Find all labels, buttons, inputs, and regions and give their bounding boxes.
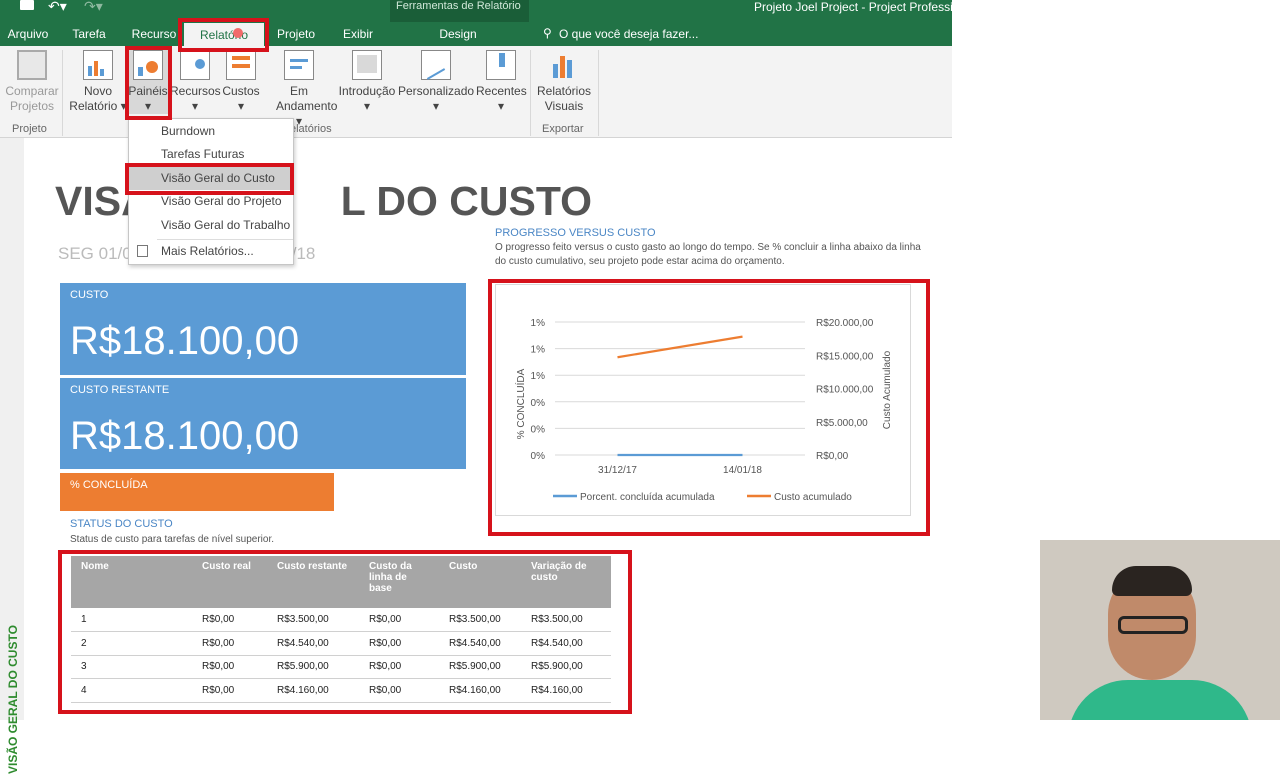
dashboard-icon — [133, 50, 163, 80]
cost-value: R$18.100,00 — [70, 319, 300, 363]
context-group-title: Ferramentas de Relatório — [396, 0, 521, 12]
page-right-gap — [952, 0, 1280, 540]
y-tick-left: 0% — [531, 424, 546, 435]
cost-status-table: Nome Custo real Custo restante Custo da … — [71, 556, 611, 703]
tell-me-search[interactable]: O que você deseja fazer... — [559, 22, 709, 46]
y-tick-left: 1% — [531, 371, 546, 382]
y-tick-right: R$5.000,00 — [816, 418, 868, 429]
custom-icon — [421, 50, 451, 80]
col-variacao: Variação de custo — [521, 556, 611, 608]
compare-icon — [17, 50, 47, 80]
table-row: 1 R$0,00 R$3.500,00 R$0,00 R$3.500,00 R$3.500… — [71, 608, 611, 632]
y-tick-left: 1% — [531, 318, 546, 329]
custom-report-button[interactable]: Personalizado ▾ — [398, 50, 474, 114]
tab-exibir[interactable]: Exibir — [332, 22, 384, 46]
redo-icon[interactable]: ↷▾ — [84, 0, 103, 15]
table-row: 4 R$0,00 R$4.160,00 R$0,00 R$4.160,00 R$4.160… — [71, 678, 611, 703]
recent-button[interactable]: Recentes ▾ — [476, 50, 527, 114]
y-axis-label-right: Custo Acumulado — [882, 350, 893, 429]
divider — [62, 50, 63, 136]
col-custo-restante: Custo restante — [267, 556, 359, 608]
status-description: Status de custo para tarefas de nível su… — [70, 534, 275, 545]
x-tick: 14/01/18 — [723, 465, 762, 476]
new-report-button[interactable]: Novo Relatório ▾ — [68, 50, 128, 114]
tab-arquivo[interactable]: Arquivo — [0, 22, 56, 46]
in-progress-icon — [284, 50, 314, 80]
resources-report-button[interactable]: Recursos ▾ — [170, 50, 221, 114]
compare-projects-button[interactable]: Comparar Projetos — [4, 50, 60, 114]
getting-started-button[interactable]: Introdução ▾ — [336, 50, 398, 114]
tab-design[interactable]: Design — [430, 22, 486, 46]
cursor-dot — [233, 28, 243, 38]
col-custo-linha-base: Custo da linha de base — [359, 556, 439, 608]
table-header-row: Nome Custo real Custo restante Custo da … — [71, 556, 611, 608]
visual-reports-icon — [549, 50, 579, 80]
getting-started-icon — [352, 50, 382, 80]
group-projeto: Projeto — [12, 123, 47, 135]
y-tick-left: 1% — [531, 345, 546, 356]
y-tick-right: R$15.000,00 — [816, 351, 874, 362]
col-custo: Custo — [439, 556, 521, 608]
webcam-overlay — [1040, 540, 1280, 720]
sidebar: VISÃO GERAL DO CUSTO — [0, 138, 24, 774]
resources-icon — [180, 50, 210, 80]
percent-complete-card: % CONCLUÍDA — [60, 473, 334, 511]
dashboards-dropdown-menu: Burndown Tarefas Futuras Visão Geral do … — [128, 118, 294, 265]
y-tick-left: 0% — [531, 451, 546, 462]
legend-label: Porcent. concluída acumulada — [580, 492, 715, 503]
progress-description-2: do custo cumulativo, seu projeto pode es… — [495, 256, 785, 267]
table-row: 3 R$0,00 R$5.900,00 R$0,00 R$5.900,00 R$5.900… — [71, 655, 611, 679]
divider — [598, 50, 599, 136]
lightbulb-icon: ⚲ — [543, 26, 552, 40]
y-tick-left: 0% — [531, 398, 546, 409]
menu-item-visao-geral-projeto[interactable]: Visão Geral do Projeto — [129, 190, 293, 213]
tab-recurso[interactable]: Recurso — [126, 22, 182, 46]
menu-item-mais-relatorios[interactable]: Mais Relatórios... — [129, 240, 293, 263]
progress-cost-chart: 1% 1% 1% 0% 0% 0% R$20.000,00 R$15.000,00 R$10.… — [495, 284, 911, 516]
legend-label: Custo acumulado — [774, 492, 852, 503]
x-tick: 31/12/17 — [598, 465, 637, 476]
save-icon[interactable] — [20, 0, 34, 10]
remaining-cost-label: CUSTO RESTANTE — [70, 384, 170, 396]
recent-icon — [486, 50, 516, 80]
progress-title: PROGRESSO VERSUS CUSTO — [495, 227, 656, 239]
menu-item-visao-geral-trabalho[interactable]: Visão Geral do Trabalho — [129, 214, 293, 237]
percent-complete-label: % CONCLUÍDA — [70, 479, 148, 491]
menu-item-visao-geral-custo[interactable]: Visão Geral do Custo — [129, 167, 293, 190]
tab-tarefa[interactable]: Tarefa — [64, 22, 114, 46]
undo-icon[interactable]: ↶▾ — [48, 0, 67, 15]
costs-report-button[interactable]: Custos ▾ — [220, 50, 262, 114]
group-exportar: Exportar — [542, 123, 584, 135]
remaining-cost-value: R$18.100,00 — [70, 414, 300, 458]
menu-item-burndown[interactable]: Burndown — [129, 120, 293, 143]
group-relatorios: elatórios — [290, 123, 332, 135]
presenter-shirt — [1068, 680, 1252, 720]
y-axis-label-left: % CONCLUÍDA — [514, 368, 527, 439]
remaining-cost-card: CUSTO RESTANTE R$18.100,00 — [60, 378, 466, 469]
col-nome: Nome — [71, 556, 192, 608]
y-tick-right: R$0,00 — [816, 451, 849, 462]
window-title: Projeto Joel Project - Project Professio — [754, 0, 952, 14]
y-tick-right: R$10.000,00 — [816, 385, 874, 396]
progress-description-1: O progresso feito versus o custo gasto a… — [495, 242, 921, 253]
y-tick-right: R$20.000,00 — [816, 318, 874, 329]
costs-icon — [226, 50, 256, 80]
divider — [530, 50, 531, 136]
tab-projeto[interactable]: Projeto — [270, 22, 322, 46]
col-custo-real: Custo real — [192, 556, 267, 608]
sidebar-view-label: VISÃO GERAL DO CUSTO — [6, 625, 20, 774]
dashboards-button[interactable]: Painéis ▾ — [128, 50, 168, 114]
status-title: STATUS DO CUSTO — [70, 518, 173, 530]
cost-card: CUSTO R$18.100,00 — [60, 283, 466, 375]
visual-reports-button[interactable]: Relatórios Visuais — [534, 50, 594, 114]
tab-relatorio[interactable]: Relatório — [184, 23, 264, 46]
presenter-glasses — [1118, 616, 1188, 634]
menu-item-tarefas-futuras[interactable]: Tarefas Futuras — [129, 143, 293, 166]
new-report-icon — [83, 50, 113, 80]
cost-label: CUSTO — [70, 289, 109, 301]
table-row: 2 R$0,00 R$4.540,00 R$0,00 R$4.540,00 R$4.540… — [71, 631, 611, 656]
presenter-hair — [1112, 566, 1192, 596]
